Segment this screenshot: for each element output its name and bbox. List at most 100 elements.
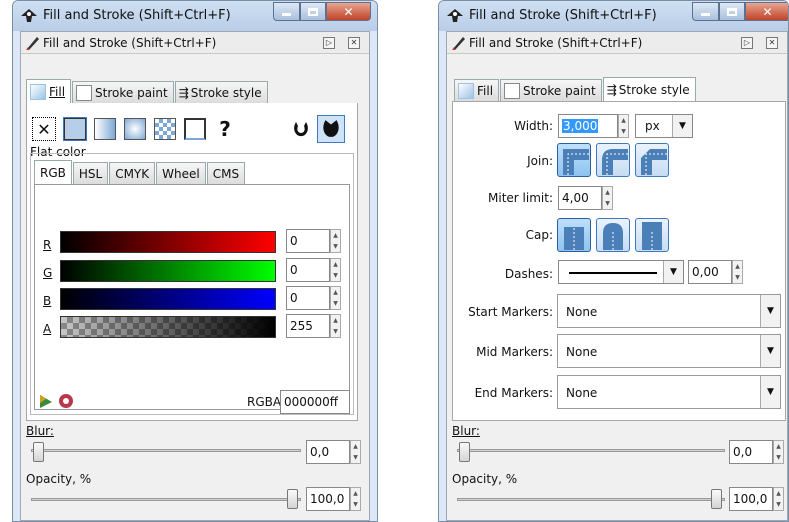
stroke-style-panel: Width: 3,000 ▲ ▼ px ▼ Join: Miter limit: 4… <box>452 101 786 421</box>
miter-limit-value: 4,00 <box>562 191 589 205</box>
blur-stepper[interactable]: ▲ ▼ <box>350 440 361 464</box>
fill-stroke-icon <box>452 37 465 50</box>
channel-g-spinbox[interactable]: 0 <box>286 258 330 282</box>
channel-b-slider[interactable] <box>60 288 276 310</box>
chevron-down-icon: ▼ <box>760 335 780 367</box>
round-join-icon <box>602 149 628 175</box>
linear-gradient-icon <box>94 118 116 140</box>
tab-stroke-style[interactable]: ⇶ Stroke style <box>174 81 268 103</box>
no-paint-button[interactable]: ✕ <box>32 117 56 141</box>
stroke-paint-icon <box>504 82 521 99</box>
blur-spinbox[interactable]: 0,0 <box>729 440 773 464</box>
color-picker-button[interactable] <box>37 392 55 410</box>
opacity-slider-thumb[interactable] <box>287 489 298 509</box>
channel-r-spinbox[interactable]: 0 <box>286 229 330 253</box>
maximize-button[interactable] <box>300 2 326 21</box>
dash-offset-spinbox[interactable]: 0,00 <box>688 260 732 284</box>
end-markers-value: None <box>566 386 598 400</box>
dock-iconify-button[interactable]: ▷ <box>323 37 335 49</box>
channel-b-spinbox[interactable]: 0 <box>286 286 330 310</box>
minimize-button[interactable] <box>692 2 719 21</box>
channel-b-label: B <box>43 294 52 308</box>
tab-cmyk[interactable]: CMYK <box>109 162 156 184</box>
dock-close-button[interactable]: ✕ <box>766 37 778 49</box>
opacity-stepper[interactable]: ▲ ▼ <box>350 487 361 511</box>
width-spinbox[interactable]: 3,000 <box>558 114 618 138</box>
dialog-client: Fill and Stroke (Shift+Ctrl+F) ▷ ✕ Fill … <box>20 31 370 521</box>
blur-slider-thumb[interactable] <box>33 442 44 462</box>
tab-fill[interactable]: Fill <box>26 79 72 103</box>
channel-g-slider[interactable] <box>60 260 276 282</box>
fill-rule-nonzero-button[interactable] <box>317 115 345 143</box>
cap-round-button[interactable] <box>596 218 630 252</box>
tab-stroke-style[interactable]: ⇶ Stroke style <box>602 77 696 101</box>
dash-offset-stepper[interactable]: ▲ ▼ <box>732 260 743 284</box>
dashes-label: Dashes: <box>504 267 553 281</box>
channel-r-slider[interactable] <box>60 231 276 253</box>
fill-and-stroke-window-fill: Fill and Stroke (Shift+Ctrl+F) ✕ Fill an… <box>12 0 378 522</box>
blur-slider-thumb[interactable] <box>459 442 470 462</box>
unit-select[interactable]: px ▼ <box>635 114 693 138</box>
question-icon: ? <box>219 117 231 141</box>
cap-butt-button[interactable] <box>557 218 591 252</box>
miter-limit-stepper[interactable]: ▲ ▼ <box>602 186 613 210</box>
fill-rule-evenodd-button[interactable] <box>289 117 313 141</box>
opacity-spinbox[interactable]: 100,0 <box>306 487 350 511</box>
flat-color-button[interactable] <box>63 117 87 141</box>
gamut-icon <box>59 394 73 408</box>
unset-paint-button[interactable]: ? <box>213 117 237 141</box>
dock-iconify-button[interactable]: ▷ <box>741 37 753 49</box>
join-bevel-button[interactable] <box>635 143 669 177</box>
tab-hsl[interactable]: HSL <box>72 162 109 184</box>
mid-markers-label: Mid Markers: <box>476 345 553 359</box>
tab-rgb[interactable]: RGB <box>34 160 72 184</box>
cap-square-button[interactable] <box>635 218 669 252</box>
tab-fill[interactable]: Fill <box>454 79 500 101</box>
opacity-spinbox[interactable]: 100,0 <box>729 487 773 511</box>
tab-stroke-paint[interactable]: Stroke paint <box>72 81 174 103</box>
close-button[interactable]: ✕ <box>326 2 371 21</box>
radial-gradient-button[interactable] <box>123 117 147 141</box>
width-stepper[interactable]: ▲ ▼ <box>618 114 629 138</box>
channel-r-stepper[interactable]: ▲ ▼ <box>330 229 341 253</box>
rgba-input[interactable]: 000000ff <box>280 390 350 414</box>
miter-limit-spinbox[interactable]: 4,00 <box>558 186 602 210</box>
opacity-stepper[interactable]: ▲ ▼ <box>773 487 784 511</box>
opacity-slider[interactable] <box>31 498 301 501</box>
start-markers-select[interactable]: None ▼ <box>557 294 781 328</box>
join-round-button[interactable] <box>596 143 630 177</box>
close-button[interactable]: ✕ <box>745 2 788 21</box>
swatch-button[interactable] <box>183 117 207 141</box>
stroke-paint-icon <box>76 84 93 101</box>
tab-stroke-paint[interactable]: Stroke paint <box>500 79 602 101</box>
linear-gradient-button[interactable] <box>93 117 117 141</box>
opacity-slider[interactable] <box>457 498 725 501</box>
blur-stepper[interactable]: ▲ ▼ <box>773 440 784 464</box>
channel-g-stepper[interactable]: ▲ ▼ <box>330 258 341 282</box>
title-bar[interactable]: Fill and Stroke (Shift+Ctrl+F) ✕ <box>13 1 377 31</box>
join-miter-button[interactable] <box>557 143 591 177</box>
dash-pattern-select[interactable]: ▼ <box>558 260 684 284</box>
blur-spinbox[interactable]: 0,0 <box>306 440 350 464</box>
channel-a-stepper[interactable]: ▲ ▼ <box>330 314 341 338</box>
minimize-button[interactable] <box>273 2 300 21</box>
cap-label: Cap: <box>525 228 553 242</box>
channel-a-slider[interactable] <box>60 316 276 338</box>
fill-icon <box>458 82 474 99</box>
dock-close-button[interactable]: ✕ <box>348 37 360 49</box>
opacity-slider-thumb[interactable] <box>711 489 722 509</box>
end-markers-select[interactable]: None ▼ <box>557 375 781 409</box>
channel-a-spinbox[interactable]: 255 <box>286 314 330 338</box>
pattern-button[interactable] <box>153 117 177 141</box>
tab-cms[interactable]: CMS <box>206 162 246 184</box>
mid-markers-select[interactable]: None ▼ <box>557 334 781 368</box>
tab-wheel[interactable]: Wheel <box>156 162 206 184</box>
maximize-button[interactable] <box>719 2 745 21</box>
close-icon: ✕ <box>350 38 358 47</box>
title-bar[interactable]: Fill and Stroke (Shift+Ctrl+F) ✕ <box>439 1 788 31</box>
round-cap-icon <box>603 223 623 250</box>
blur-slider[interactable] <box>31 449 301 452</box>
channel-b-stepper[interactable]: ▲ ▼ <box>330 286 341 310</box>
blur-slider[interactable] <box>457 449 725 452</box>
out-of-gamut-button[interactable] <box>57 392 75 410</box>
